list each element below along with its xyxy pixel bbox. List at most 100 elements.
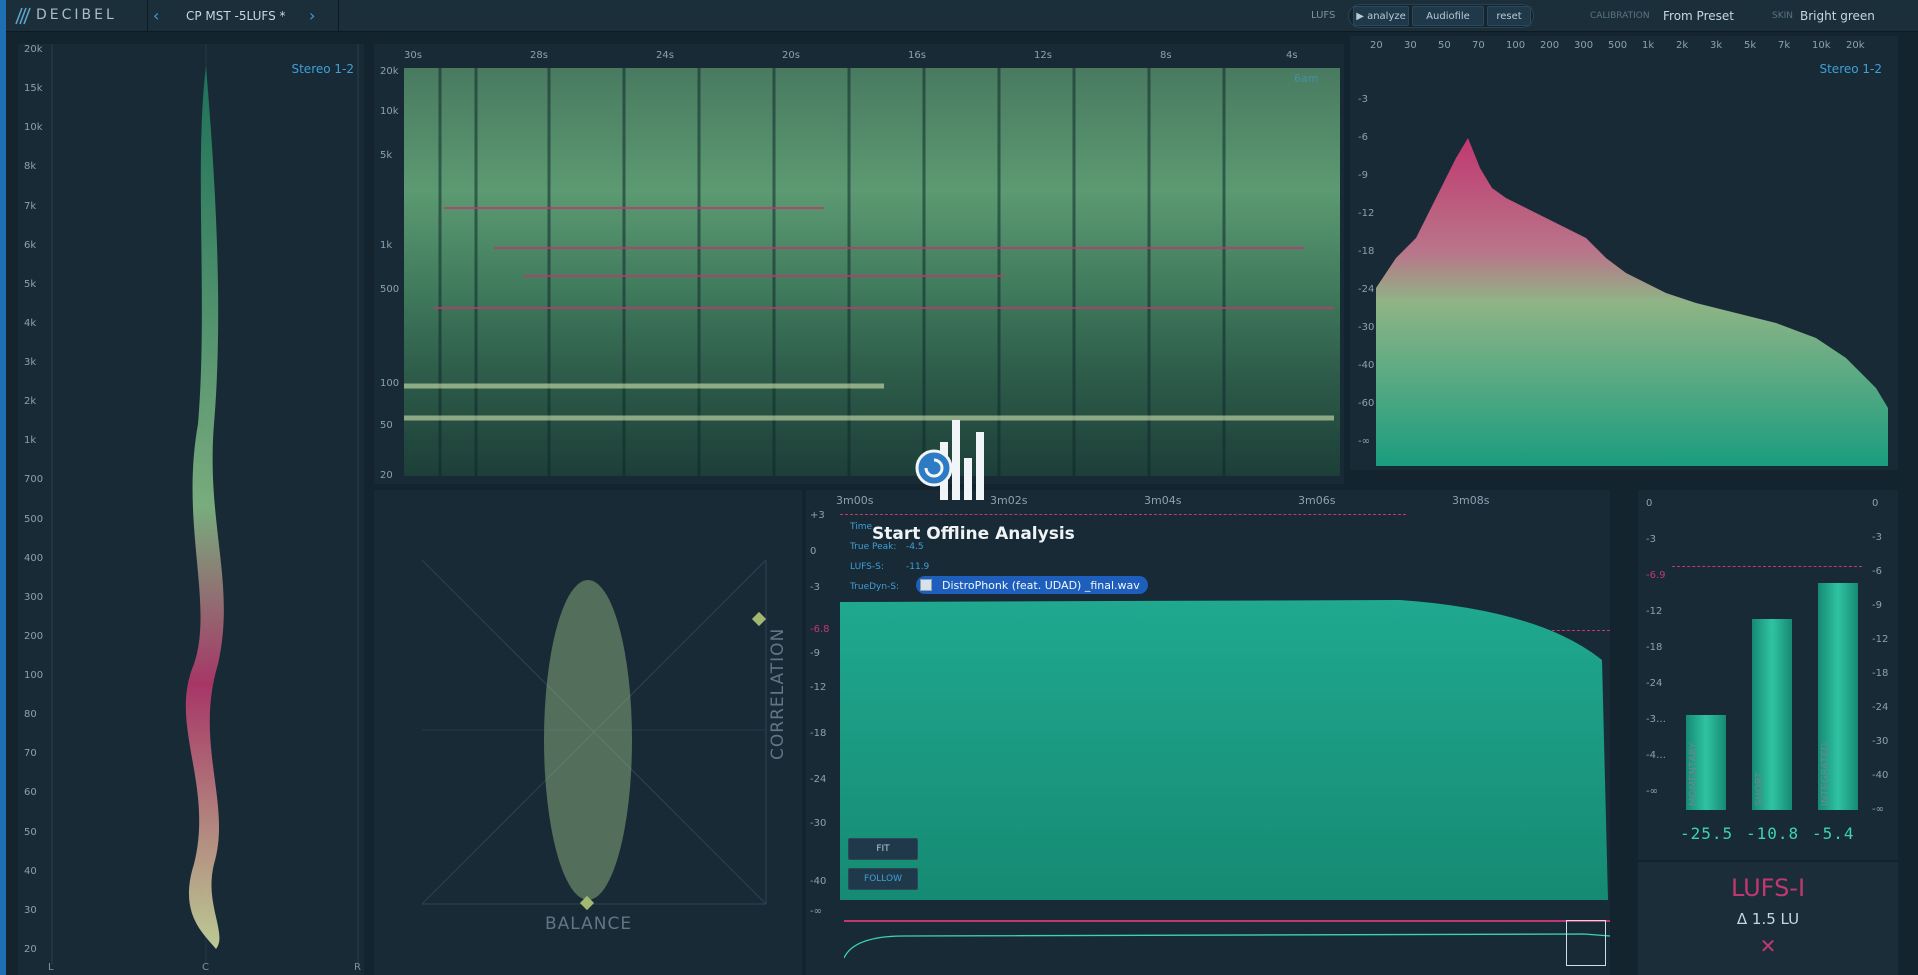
freq-tick: 7k [1778, 40, 1791, 51]
loudness-area[interactable] [840, 600, 1610, 900]
pan-label-center: C [202, 962, 209, 973]
divider [147, 0, 148, 32]
spectrogram-panel: 30s 28s 24s 20s 16s 12s 8s 4s 20k 10k 5k 1k 500 100 5… [374, 44, 1344, 484]
lufs-mode-label: LUFS [1311, 10, 1336, 21]
freq-tick: 3k [24, 357, 37, 369]
time-tick: 3m08s [1452, 494, 1490, 507]
freq-tick: 6k [24, 239, 37, 251]
db-tick: -∞ [1358, 436, 1370, 447]
meter-label: MOMENTARY [1688, 742, 1699, 806]
freq-tick: 50 [1438, 40, 1451, 51]
freq-tick: 10k [380, 106, 399, 117]
spectrum-panel: Stereo 1-2 20 30 50 70 100 200 300 500 1k 2k 3k 5k 7… [1350, 36, 1898, 470]
analyze-button[interactable]: ▶ analyze [1353, 6, 1409, 26]
db-tick: -6 [1872, 566, 1882, 577]
offline-analysis-title[interactable]: Start Offline Analysis [872, 524, 1075, 544]
vectorscope-plot [421, 559, 767, 911]
pan-frequency-plot [51, 44, 359, 964]
time-tick: 16s [908, 50, 926, 61]
db-tick: -4… [1646, 750, 1666, 761]
db-tick: -40 [810, 876, 827, 887]
db-tick: -9 [810, 648, 820, 659]
stereo-field [544, 580, 632, 900]
time-tick: 12s [1034, 50, 1052, 61]
prev-preset-button[interactable]: ‹ [153, 6, 167, 26]
balance-label: BALANCE [545, 914, 633, 934]
freq-tick: 20k [24, 44, 43, 55]
overview-viewport[interactable] [1566, 920, 1606, 966]
db-tick: 0 [810, 546, 817, 557]
freq-tick: 200 [24, 630, 44, 642]
correlation-marker [751, 611, 767, 627]
lufs-s-value: -11.9 [906, 562, 930, 572]
db-tick: -12 [1358, 208, 1375, 219]
db-tick: -18 [1646, 642, 1663, 653]
loudness-meters-panel: 0 -3 -6.9 -12 -18 -24 -3… -4… -∞ 0 -3 -6 -9 -12 -18 -2… [1638, 490, 1898, 860]
spectrum-plot[interactable] [1376, 58, 1888, 466]
freq-tick: 10k [1812, 40, 1831, 51]
time-tick: 20s [782, 50, 800, 61]
close-icon[interactable]: ✕ [1638, 934, 1898, 958]
freq-tick: 1k [1642, 40, 1655, 51]
lufs-i-title[interactable]: LUFS-I [1638, 874, 1898, 902]
db-tick: -3… [1646, 714, 1666, 725]
meter-value: -5.4 [1812, 824, 1855, 843]
freq-tick: 5k [24, 278, 37, 290]
reset-button[interactable]: reset [1487, 6, 1531, 26]
freq-tick: 100 [1506, 40, 1526, 51]
calibration-value[interactable]: From Preset [1663, 9, 1734, 23]
next-preset-button[interactable]: › [309, 6, 323, 26]
db-tick: -∞ [1872, 804, 1884, 815]
freq-tick: 2k [1676, 40, 1689, 51]
db-tick: -18 [810, 728, 827, 739]
db-tick: +3 [810, 510, 825, 521]
meter-value: -25.5 [1680, 824, 1734, 843]
preset-name[interactable]: CP MST -5LUFS * [186, 9, 286, 23]
loudness-history-panel: 3m00s 3m02s 3m04s 3m06s 3m08s +3 0 -3 -6.8 -9 -12… [806, 490, 1611, 975]
freq-tick: 100 [24, 670, 44, 682]
freq-tick: 40 [24, 865, 37, 877]
freq-tick: 500 [24, 513, 44, 525]
time-tick: 30s [404, 50, 422, 61]
pan-label-right: R [354, 962, 361, 973]
db-tick: -30 [810, 818, 827, 829]
db-tick: -6.8 [810, 624, 830, 635]
db-tick: -60 [1358, 398, 1375, 409]
logo-text: DECIBEL [36, 7, 117, 23]
freq-tick: 500 [1608, 40, 1628, 51]
spectrum-curve [1376, 138, 1888, 466]
skin-label: SKIN [1772, 11, 1794, 21]
freq-tick: 300 [24, 591, 44, 603]
file-chip[interactable]: DistroPhonk (feat. UDAD) _final.wav [916, 576, 1148, 594]
db-tick: -30 [1872, 736, 1889, 747]
time-tick: 3m00s [836, 494, 874, 507]
offline-analysis-icon[interactable] [912, 420, 1002, 504]
db-tick: -18 [1872, 668, 1889, 679]
fit-button[interactable]: FIT [848, 838, 918, 860]
overview-strip[interactable] [843, 920, 1611, 968]
follow-button[interactable]: FOLLOW [848, 868, 918, 890]
lufs-s-label: LUFS-S: [850, 562, 884, 572]
db-tick: -18 [1358, 246, 1375, 257]
freq-tick: 50 [24, 826, 37, 838]
decibel-logo-icon [14, 6, 32, 26]
truedyn-label: TrueDyn-S: [850, 582, 900, 592]
freq-tick: 300 [1574, 40, 1594, 51]
pan-label-left: L [48, 962, 54, 973]
db-tick: -∞ [810, 906, 822, 917]
meter-value: -10.8 [1746, 824, 1800, 843]
skin-value[interactable]: Bright green [1800, 9, 1875, 23]
db-tick: -9 [1872, 600, 1882, 611]
spectrogram-display[interactable] [404, 68, 1340, 476]
freq-tick: 15k [24, 83, 43, 95]
meter-label: INTEGRATED [1820, 742, 1831, 806]
freq-tick: 20k [380, 66, 399, 77]
freq-tick: 80 [24, 709, 37, 721]
time-tick: 3m04s [1144, 494, 1182, 507]
db-tick: -12 [1646, 606, 1663, 617]
file-icon [920, 579, 932, 591]
time-tick: 4s [1286, 50, 1298, 61]
target-line [1672, 566, 1862, 567]
audiofile-button[interactable]: Audiofile [1412, 6, 1484, 26]
freq-tick: 500 [380, 284, 400, 295]
